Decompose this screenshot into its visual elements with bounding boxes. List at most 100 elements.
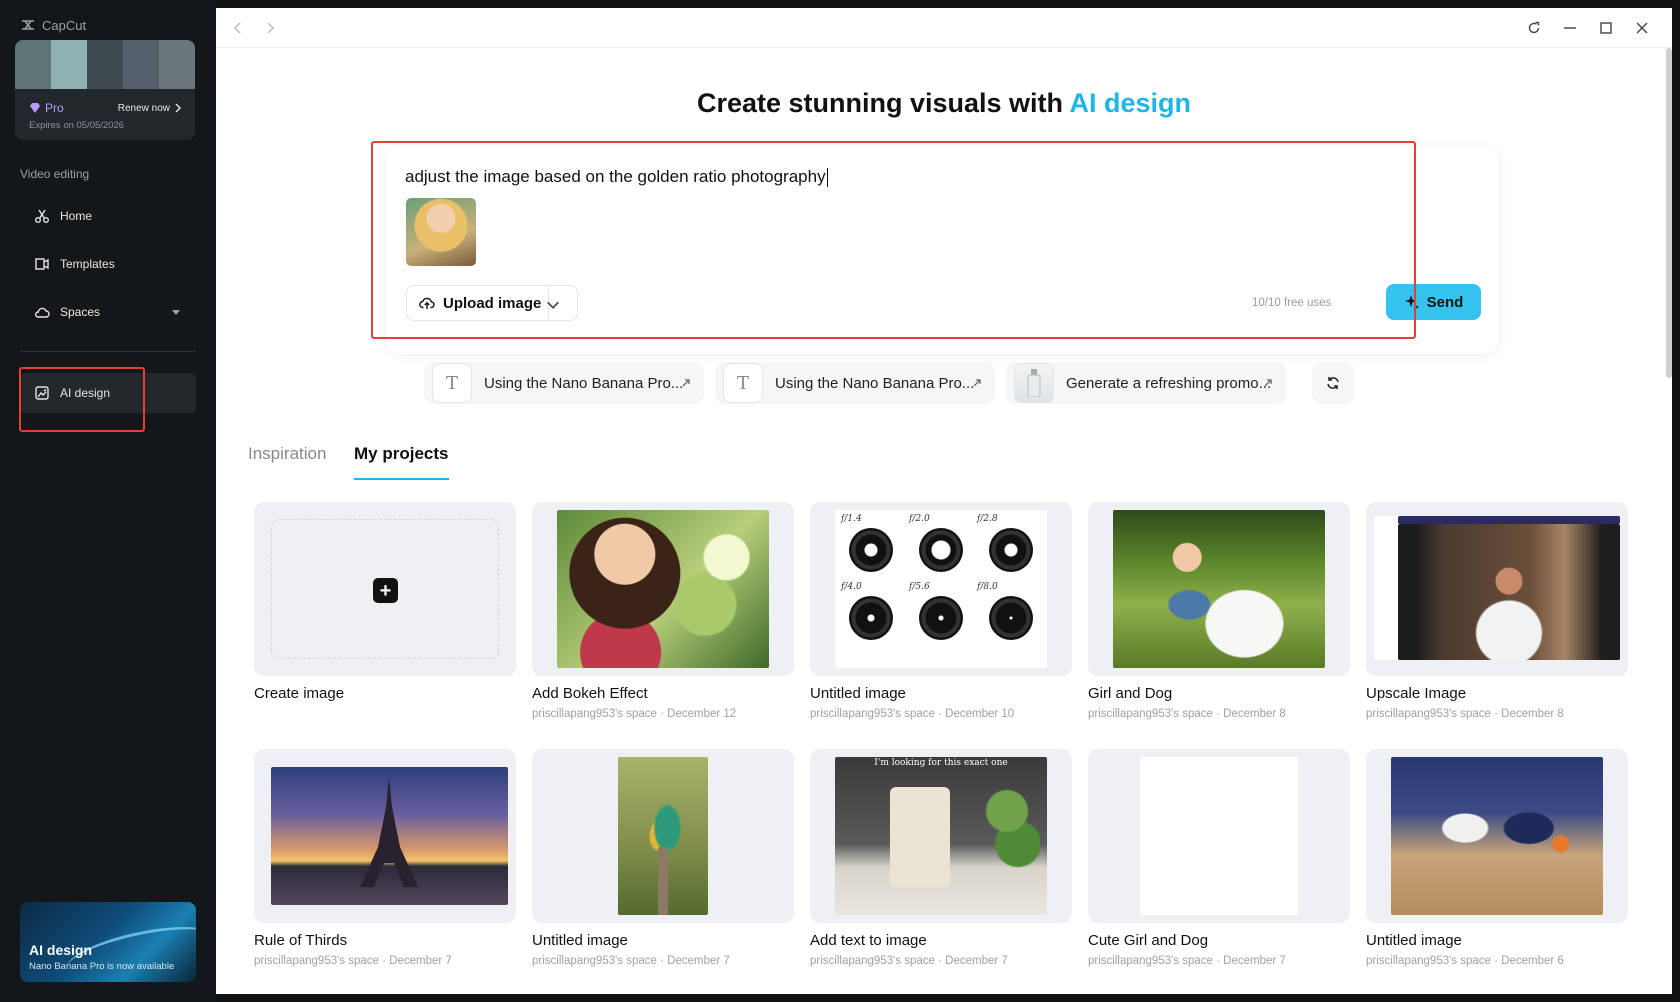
lens-graphic (989, 528, 1033, 572)
project-title: Rule of Thirds (254, 932, 348, 949)
editor-toolbar (1398, 516, 1620, 524)
project-thumbnail[interactable] (1088, 502, 1350, 676)
sidebar-item-label: Templates (60, 257, 115, 271)
refresh-suggestions-button[interactable] (1312, 362, 1354, 404)
section-label-video-editing: Video editing (20, 167, 90, 181)
bokeh-portrait-image (557, 510, 769, 668)
ai-design-promo-card[interactable]: AI design Nano Banana Pro is now availab… (20, 902, 196, 982)
suggestion-label: Generate a refreshing promo... (1066, 374, 1272, 392)
logo-text: CapCut (42, 17, 87, 33)
project-meta: priscillapang953's space · December 7 (810, 955, 1008, 967)
project-title: Create image (254, 685, 345, 702)
maximize-icon (1600, 22, 1612, 34)
prompt-highlight (371, 141, 1416, 339)
pro-badge: Pro (29, 101, 64, 115)
promo-subtitle: Nano Banana Pro is now available (29, 961, 175, 972)
reload-button[interactable] (1524, 18, 1544, 38)
project-title: Untitled image (532, 932, 628, 949)
project-thumbnail[interactable] (532, 749, 794, 923)
suggestion-label: Using the Nano Banana Pro... (484, 374, 684, 392)
close-button[interactable] (1632, 18, 1652, 38)
send-label: Send (1426, 293, 1464, 311)
lens-graphic (989, 596, 1033, 640)
capcut-logo: CapCut (20, 17, 86, 33)
account-card[interactable]: Pro Renew now Expires on 05/05/2026 (15, 40, 195, 140)
image-caption-text: I'm looking for this exact one (874, 758, 1008, 768)
project-thumbnail[interactable]: f/1.4 f/2.0 f/2.8 f/4.0 f/5.6 f/8.0 (810, 502, 1072, 676)
project-meta: priscillapang953's space · December 7 (254, 955, 452, 967)
project-card[interactable]: Untitled image priscillapang953's space … (532, 749, 794, 967)
suggestion-chip[interactable]: T Using the Nano Banana Pro... (424, 362, 704, 404)
project-thumbnail[interactable] (1088, 749, 1350, 923)
close-icon (1636, 22, 1648, 34)
expiry-date: Expires on 05/05/2026 (29, 120, 125, 131)
cloud-icon (34, 307, 50, 318)
sidebar-item-spaces[interactable]: Spaces (20, 292, 196, 332)
aperture-label: f/2.0 (909, 514, 930, 524)
chevron-right-icon (175, 103, 181, 113)
create-image-tile[interactable]: + (254, 502, 516, 676)
portrait-canvas (1398, 524, 1620, 660)
sidebar-item-label: Spaces (60, 305, 101, 319)
account-banner (15, 40, 195, 89)
page-title-accent: AI design (1069, 88, 1192, 118)
minimize-icon (1564, 27, 1576, 29)
project-meta: priscillapang953's space · December 7 (532, 955, 730, 967)
title-bar (216, 8, 1672, 48)
back-button[interactable] (228, 18, 248, 38)
project-thumbnail[interactable] (254, 749, 516, 923)
sidebar-divider (20, 351, 196, 352)
plant (985, 767, 1040, 877)
sidebar-item-templates[interactable]: Templates (20, 244, 196, 284)
maximize-button[interactable] (1596, 18, 1616, 38)
project-card[interactable]: Rule of Thirds priscillapang953's space … (254, 749, 516, 967)
aperture-label: f/5.6 (909, 582, 930, 592)
minimize-button[interactable] (1560, 18, 1580, 38)
project-card[interactable]: Add Bokeh Effect priscillapang953's spac… (532, 502, 794, 720)
tab-my-projects[interactable]: My projects (354, 444, 448, 464)
project-thumbnail[interactable] (1366, 502, 1628, 676)
chevron-left-icon (233, 22, 241, 34)
suggestion-chip[interactable]: T Using the Nano Banana Pro... (715, 362, 995, 404)
project-thumbnail[interactable] (1366, 749, 1628, 923)
project-meta: priscillapang953's space · December 12 (532, 708, 737, 720)
promo-title: AI design (29, 942, 93, 958)
caret-down-icon[interactable] (170, 306, 182, 318)
project-title: Add Bokeh Effect (532, 685, 648, 702)
renew-now-link[interactable]: Renew now (118, 103, 183, 114)
project-title: Untitled image (810, 685, 906, 702)
eiffel-tower-icon (360, 777, 418, 887)
project-card[interactable]: f/1.4 f/2.0 f/2.8 f/4.0 f/5.6 f/8.0 Unti… (810, 502, 1072, 720)
page-title: Create stunning visuals with AI design (216, 88, 1672, 119)
eiffel-tower-image (271, 767, 508, 905)
project-title: Upscale Image (1366, 685, 1467, 702)
home-icon (35, 209, 49, 223)
bird-image (618, 757, 708, 915)
project-card[interactable]: I'm looking for this exact one Add text … (810, 749, 1072, 967)
branch (658, 847, 668, 915)
project-meta: priscillapang953's space · December 7 (1088, 955, 1286, 967)
project-card[interactable]: Cute Girl and Dog priscillapang953's spa… (1088, 749, 1350, 967)
project-meta: priscillapang953's space · December 8 (1088, 708, 1286, 720)
project-thumbnail[interactable]: I'm looking for this exact one (810, 749, 1072, 923)
templates-icon (35, 258, 49, 270)
renew-label: Renew now (117, 102, 170, 114)
aperture-chart-image: f/1.4 f/2.0 f/2.8 f/4.0 f/5.6 f/8.0 (835, 510, 1047, 668)
aperture-label: f/2.8 (977, 514, 998, 524)
lens-graphic (849, 596, 893, 640)
project-thumbnail[interactable] (532, 502, 794, 676)
project-card[interactable]: Untitled image priscillapang953's space … (1366, 749, 1628, 967)
capcut-logo-icon (22, 20, 34, 30)
tab-inspiration[interactable]: Inspiration (248, 444, 326, 464)
suggestion-chip[interactable]: Generate a refreshing promo... (1006, 362, 1286, 404)
project-meta: priscillapang953's space · December 6 (1366, 955, 1564, 967)
upscale-screenshot-image (1374, 516, 1620, 660)
forward-button[interactable] (260, 18, 280, 38)
arrow-up-right-icon (1264, 379, 1272, 387)
project-card[interactable]: Girl and Dog priscillapang953's space · … (1088, 502, 1350, 720)
project-card[interactable]: Upscale Image priscillapang953's space ·… (1366, 502, 1628, 720)
diamond-icon (30, 103, 40, 113)
sidebar-item-home[interactable]: Home (20, 196, 196, 236)
main-window: Create stunning visuals with AI design a… (216, 8, 1672, 994)
project-card-create[interactable]: + Create image (254, 502, 516, 702)
